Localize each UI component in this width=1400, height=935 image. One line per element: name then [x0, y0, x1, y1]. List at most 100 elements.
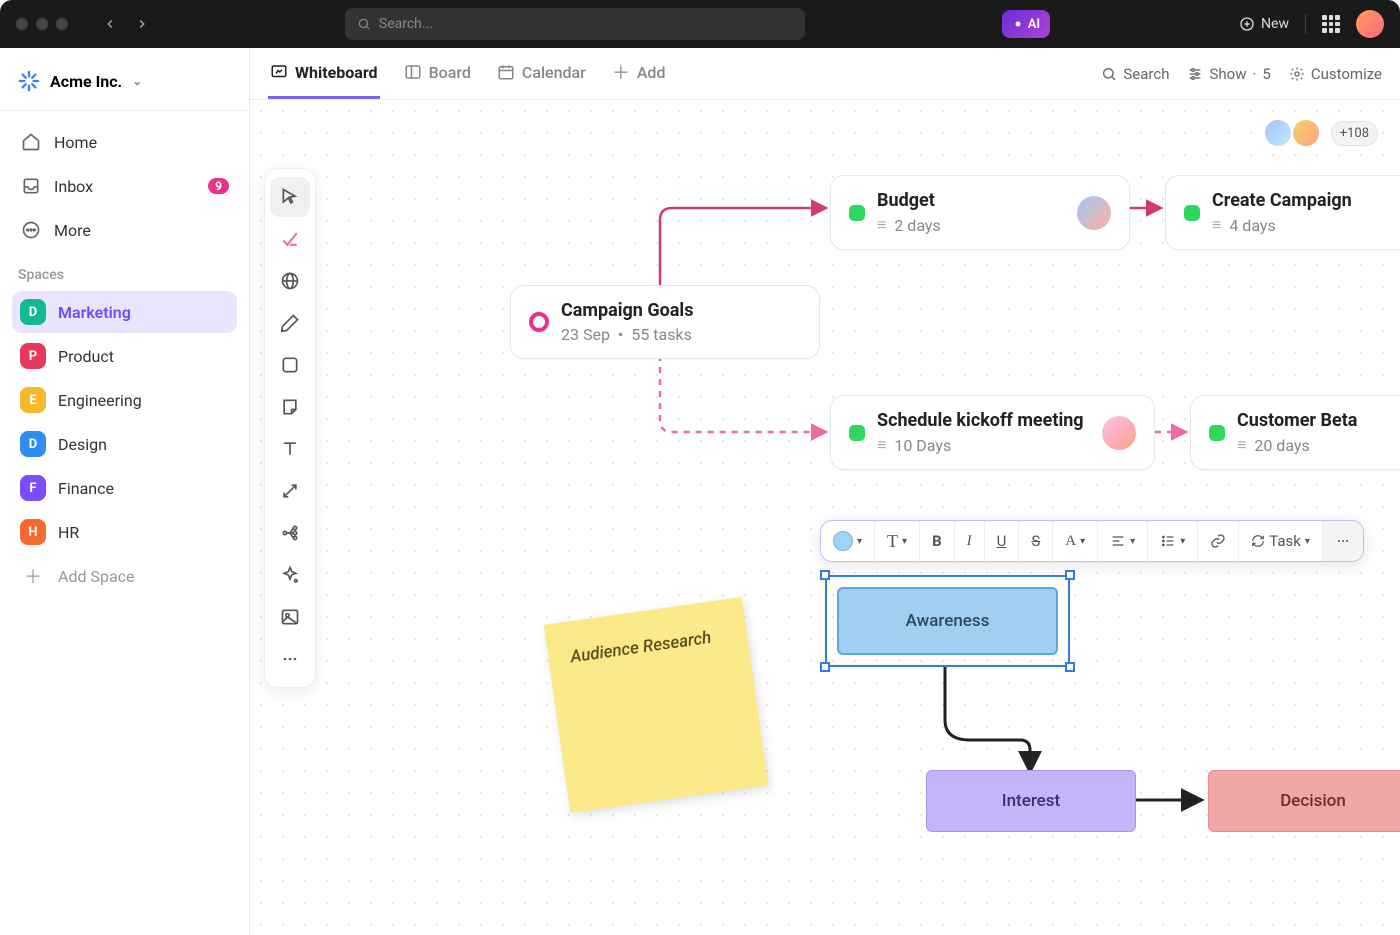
sidebar-item-home[interactable]: Home — [12, 121, 237, 163]
status-dot-icon — [849, 205, 865, 221]
assignee-avatar — [1102, 416, 1136, 450]
tab-calendar[interactable]: Calendar — [495, 49, 588, 99]
add-space-button[interactable]: ＋Add Space — [12, 555, 237, 597]
align-icon — [1110, 533, 1126, 549]
description-icon: ≡ — [877, 215, 886, 235]
fmt-list[interactable]: ▾ — [1148, 521, 1198, 561]
tool-pen[interactable] — [270, 303, 310, 343]
fmt-text-color[interactable]: A▾ — [1053, 521, 1098, 561]
whiteboard-icon — [270, 63, 288, 81]
fmt-convert-task[interactable]: Task▾ — [1239, 521, 1323, 561]
resize-handle[interactable] — [1065, 662, 1075, 672]
sidebar: Acme Inc. ⌄ Home Inbox 9 More Spaces DMa… — [0, 48, 250, 935]
tool-mindmap[interactable] — [270, 513, 310, 553]
resize-handle[interactable] — [820, 662, 830, 672]
fmt-strikethrough[interactable]: S — [1019, 521, 1053, 561]
card-schedule-kickoff[interactable]: Schedule kickoff meeting ≡10 Days — [830, 395, 1155, 470]
global-search-input[interactable]: Search... — [345, 8, 805, 40]
format-toolbar: ▾ T▾ B I U S A▾ ▾ ▾ Task▾ — [820, 520, 1364, 562]
tool-connector[interactable] — [270, 471, 310, 511]
space-item-marketing[interactable]: DMarketing — [12, 291, 237, 333]
shape-awareness-selection[interactable]: Awareness — [825, 575, 1070, 667]
fmt-bold[interactable]: B — [920, 521, 955, 561]
chevron-down-icon: ⌄ — [132, 74, 142, 88]
tab-whiteboard[interactable]: Whiteboard — [268, 49, 380, 99]
ai-button[interactable]: AI — [1002, 10, 1050, 38]
tool-web[interactable] — [270, 261, 310, 301]
status-dot-icon — [1209, 425, 1225, 441]
card-customer-beta[interactable]: Customer Beta ≡20 days — [1190, 395, 1400, 470]
fmt-align[interactable]: ▾ — [1098, 521, 1148, 561]
search-icon — [1101, 66, 1117, 82]
plus-icon: ＋ — [20, 563, 46, 589]
fmt-more[interactable] — [1323, 521, 1363, 561]
customize-button[interactable]: Customize — [1289, 65, 1382, 83]
view-tabs: Whiteboard Board Calendar ＋ Add Search S… — [250, 48, 1400, 100]
chevron-down-icon: ▾ — [1080, 536, 1085, 547]
collaborator-avatars[interactable]: +108 — [1263, 118, 1378, 148]
tool-sticky[interactable] — [270, 387, 310, 427]
sliders-icon — [1187, 66, 1203, 82]
user-avatar[interactable] — [1356, 10, 1384, 38]
titlebar: Search... AI New — [0, 0, 1400, 48]
space-item-product[interactable]: PProduct — [12, 335, 237, 377]
resize-handle[interactable] — [820, 570, 830, 580]
whiteboard-toolbox — [264, 168, 316, 688]
sticky-note[interactable]: Audience Research — [544, 597, 768, 813]
chevron-down-icon: ▾ — [1305, 536, 1310, 547]
assignee-avatar — [1077, 196, 1111, 230]
fmt-italic[interactable]: I — [955, 521, 985, 561]
sidebar-item-more[interactable]: More — [12, 209, 237, 251]
nav-forward-button[interactable] — [128, 10, 156, 38]
tool-task[interactable] — [270, 219, 310, 259]
nav-back-button[interactable] — [96, 10, 124, 38]
new-button[interactable]: New — [1239, 16, 1289, 32]
space-item-hr[interactable]: HHR — [12, 511, 237, 553]
whiteboard-canvas[interactable]: +108 — [250, 100, 1400, 935]
tool-ai[interactable] — [270, 555, 310, 595]
tool-text[interactable] — [270, 429, 310, 469]
sync-icon — [1251, 534, 1265, 548]
fmt-fill-color[interactable]: ▾ — [821, 521, 875, 561]
ai-sparkle-icon — [1012, 18, 1024, 30]
chevron-down-icon: ▾ — [902, 536, 907, 547]
fmt-font[interactable]: T▾ — [875, 521, 920, 561]
home-icon — [20, 131, 42, 153]
collaborator-avatar — [1263, 118, 1293, 148]
space-item-finance[interactable]: FFinance — [12, 467, 237, 509]
show-button[interactable]: Show·5 — [1187, 65, 1270, 83]
shape-awareness[interactable]: Awareness — [837, 587, 1058, 655]
tool-more[interactable] — [270, 639, 310, 679]
fmt-underline[interactable]: U — [985, 521, 1020, 561]
workspace-logo-icon — [18, 70, 40, 92]
more-icon — [1335, 533, 1351, 549]
spaces-heading: Spaces — [12, 253, 237, 289]
shape-interest[interactable]: Interest — [926, 770, 1136, 832]
workspace-switcher[interactable]: Acme Inc. ⌄ — [12, 62, 237, 100]
collaborator-avatar — [1291, 118, 1321, 148]
tab-board[interactable]: Board — [402, 49, 473, 99]
tool-image[interactable] — [270, 597, 310, 637]
description-icon: ≡ — [877, 435, 886, 455]
apps-menu-button[interactable] — [1322, 15, 1340, 33]
space-badge: E — [20, 387, 46, 413]
list-icon — [1160, 533, 1176, 549]
status-ring-icon — [529, 312, 549, 332]
tab-add-view[interactable]: ＋ Add — [610, 45, 668, 102]
shape-decision[interactable]: Decision — [1208, 770, 1400, 832]
inbox-badge: 9 — [208, 178, 229, 194]
description-icon: ≡ — [1237, 435, 1246, 455]
tool-shape[interactable] — [270, 345, 310, 385]
description-icon: ≡ — [1212, 215, 1221, 235]
status-dot-icon — [1184, 205, 1200, 221]
sidebar-item-inbox[interactable]: Inbox 9 — [12, 165, 237, 207]
fmt-link[interactable] — [1198, 521, 1239, 561]
tool-select[interactable] — [270, 177, 310, 217]
resize-handle[interactable] — [1065, 570, 1075, 580]
space-item-engineering[interactable]: EEngineering — [12, 379, 237, 421]
view-search-button[interactable]: Search — [1101, 65, 1169, 83]
space-item-design[interactable]: DDesign — [12, 423, 237, 465]
card-campaign-goals[interactable]: Campaign Goals 23 Sep•55 tasks — [510, 285, 820, 359]
card-create-campaign[interactable]: Create Campaign ≡4 days — [1165, 175, 1400, 250]
card-budget[interactable]: Budget ≡2 days — [830, 175, 1130, 250]
